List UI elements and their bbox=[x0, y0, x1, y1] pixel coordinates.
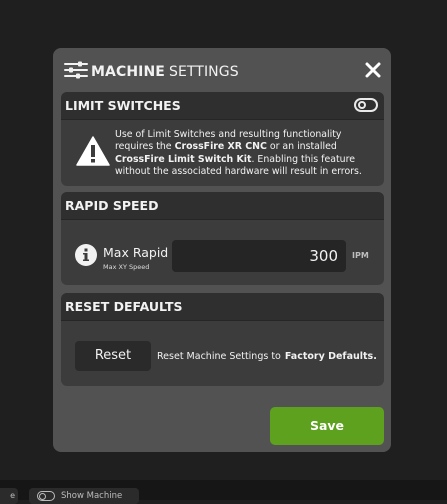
background-button[interactable]: e bbox=[0, 488, 18, 504]
dialog-header: MACHINE SETTINGS bbox=[53, 48, 391, 92]
save-button[interactable]: Save bbox=[270, 407, 384, 445]
max-rapid-label: Max Rapid bbox=[103, 245, 169, 260]
limit-switches-toggle[interactable] bbox=[354, 98, 378, 112]
reset-button[interactable]: Reset bbox=[75, 341, 151, 371]
machine-settings-dialog: MACHINE SETTINGS LIMIT SWITCHES Use of Li… bbox=[53, 48, 391, 452]
reset-defaults-panel: RESET DEFAULTS Reset Reset Machine Setti… bbox=[61, 293, 384, 386]
show-machine-toggle[interactable]: Show Machine bbox=[29, 488, 139, 504]
max-xy-speed-sublabel: Max XY Speed bbox=[103, 263, 150, 271]
rapid-speed-header: RAPID SPEED bbox=[61, 192, 384, 220]
close-icon[interactable] bbox=[365, 62, 381, 78]
panel-title: RAPID SPEED bbox=[65, 198, 159, 213]
panel-title: RESET DEFAULTS bbox=[65, 299, 183, 314]
rapid-speed-panel: RAPID SPEED Max Rapid Max XY Speed 300 I… bbox=[61, 192, 384, 285]
dialog-title: MACHINE SETTINGS bbox=[91, 64, 239, 80]
rapid-unit-label: IPM bbox=[352, 251, 369, 260]
reset-description: Reset Machine Settings to Factory Default… bbox=[157, 351, 377, 362]
warning-triangle-icon bbox=[76, 136, 110, 166]
show-machine-label: Show Machine bbox=[61, 491, 123, 501]
reset-defaults-header: RESET DEFAULTS bbox=[61, 293, 384, 321]
info-icon bbox=[75, 244, 97, 266]
limit-switches-warning: Use of Limit Switches and resulting func… bbox=[115, 129, 362, 177]
toggle-knob bbox=[358, 101, 366, 109]
sliders-icon bbox=[64, 61, 88, 79]
limit-switches-header: LIMIT SWITCHES bbox=[61, 92, 384, 120]
panel-title: LIMIT SWITCHES bbox=[65, 98, 181, 113]
max-rapid-input[interactable]: 300 bbox=[172, 240, 346, 272]
limit-switches-panel: LIMIT SWITCHES Use of Limit Switches and… bbox=[61, 92, 384, 186]
